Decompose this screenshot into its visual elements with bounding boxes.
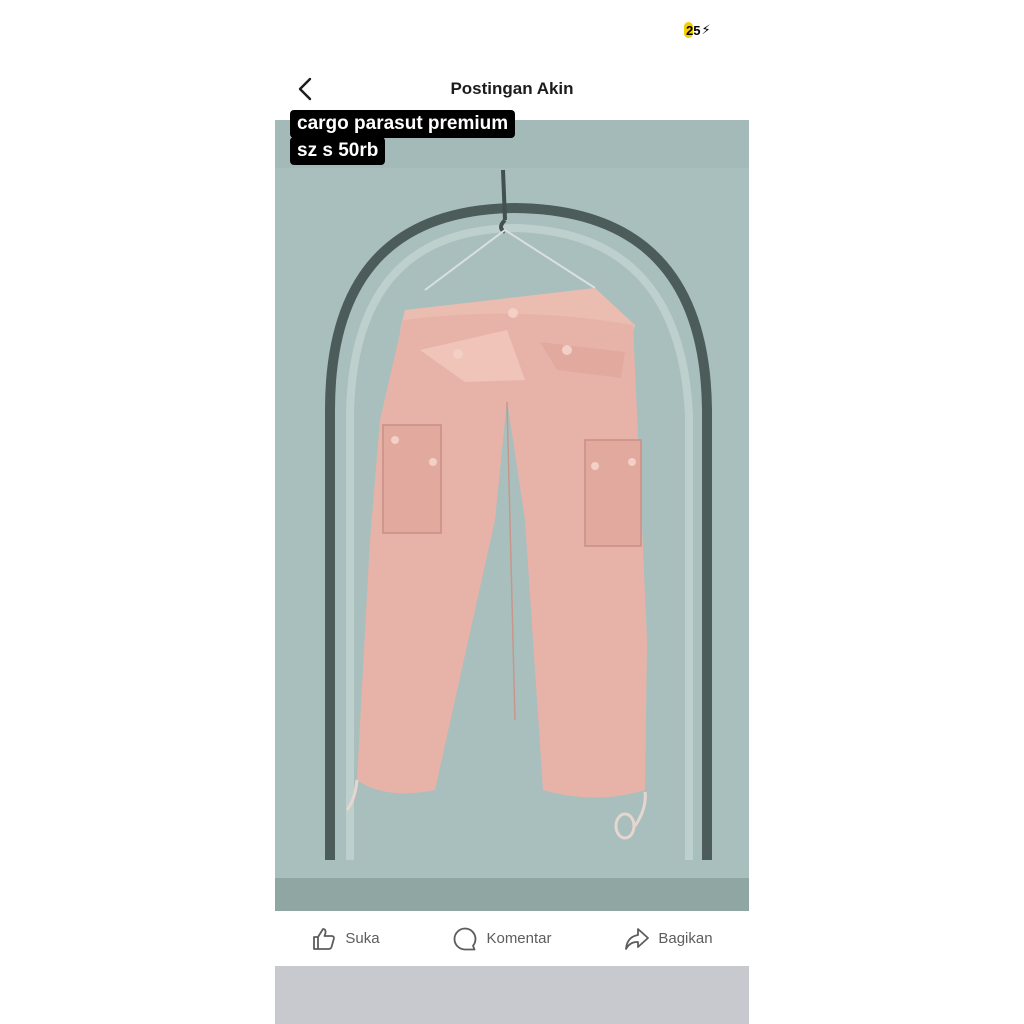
share-button[interactable]: Bagikan — [624, 926, 713, 952]
like-label: Suka — [345, 930, 380, 947]
post-viewer-screen: 25 ⚡︎ Postingan Akin cargo parasut premi… — [275, 0, 749, 1024]
charging-bolt-icon: ⚡︎ — [701, 22, 711, 37]
caption-line-1: cargo parasut premium — [290, 110, 516, 138]
thumbs-up-icon — [313, 927, 336, 950]
share-label: Bagikan — [658, 930, 713, 947]
page-title: Postingan Akin — [450, 79, 574, 98]
caption-line-2: sz s 50rb — [290, 137, 386, 165]
battery-indicator: 25 ⚡︎ — [684, 22, 711, 38]
battery-level: 25 — [686, 22, 701, 38]
like-button[interactable]: Suka — [311, 926, 380, 952]
comment-label: Komentar — [486, 930, 552, 947]
comment-bubble-icon — [454, 927, 477, 950]
cargo-pants-photo — [275, 120, 749, 911]
post-caption: cargo parasut premium sz s 50rb — [290, 110, 516, 165]
next-post-preview — [275, 966, 749, 1024]
chevron-left-icon — [298, 77, 312, 101]
back-button[interactable] — [293, 75, 319, 103]
post-action-bar: Suka Komentar Bagikan — [275, 911, 749, 967]
post-photo[interactable] — [275, 120, 749, 911]
comment-button[interactable]: Komentar — [452, 926, 552, 952]
share-arrow-icon — [625, 927, 650, 950]
